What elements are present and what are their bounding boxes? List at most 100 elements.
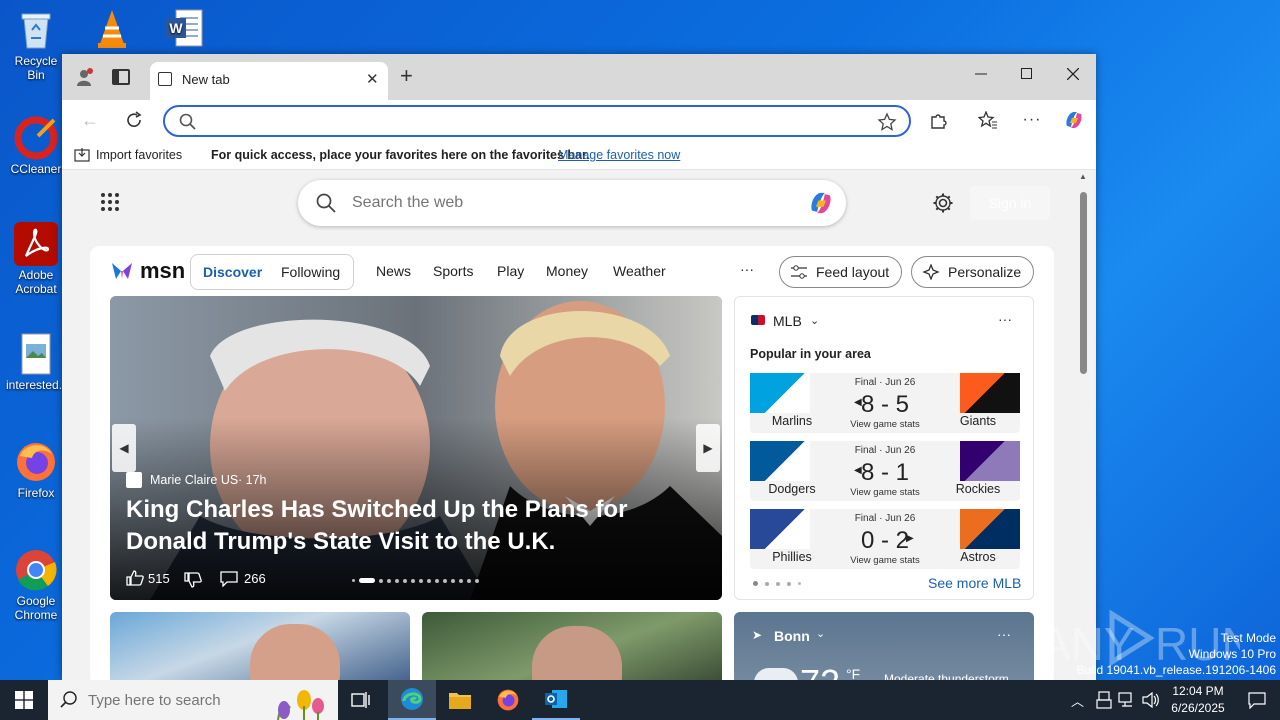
desktop-icon-ccleaner[interactable]: CCleaner [6, 116, 66, 176]
system-clock[interactable]: 12:04 PM 6/26/2025 [1162, 683, 1234, 717]
scrollbar[interactable]: ▲ [1076, 170, 1092, 680]
usb-device-icon[interactable] [1096, 691, 1112, 709]
extensions-button[interactable] [922, 104, 954, 136]
card-more-button[interactable]: ··· [997, 626, 1011, 642]
maximize-button[interactable] [1004, 54, 1050, 94]
game-stats-link[interactable]: View game stats [835, 419, 935, 430]
desktop-icon-google-chrome[interactable]: Google Chrome [6, 548, 66, 622]
apps-launcher-icon[interactable] [100, 192, 120, 212]
nav-more-button[interactable]: ··· [740, 261, 754, 277]
volume-icon[interactable] [1142, 692, 1160, 708]
address-bar[interactable] [163, 105, 911, 137]
minimize-button[interactable] [958, 54, 1004, 94]
desktop-icon-word[interactable]: W [154, 6, 214, 52]
taskbar-search-input[interactable] [88, 690, 258, 710]
news-card[interactable] [422, 612, 722, 680]
notifications-button[interactable] [1234, 680, 1280, 720]
desktop-icon-label: Firefox [17, 486, 55, 500]
taskbar-file-explorer[interactable] [436, 680, 484, 720]
desktop-icon-interested-file[interactable]: interested... [6, 332, 69, 392]
personalize-button[interactable]: Personalize [911, 256, 1035, 288]
favorites-button[interactable] [972, 104, 1004, 136]
weather-card[interactable]: ➤ Bonn ⌄ ··· 72 °F Moderate thunderstorm… [734, 612, 1034, 680]
location-arrow-icon: ➤ [752, 628, 763, 642]
team-logo-phillies [750, 509, 810, 549]
game-stats-link[interactable]: View game stats [835, 555, 935, 566]
manage-favorites-link[interactable]: Manage favorites now [558, 148, 680, 162]
see-more-mlb-link[interactable]: See more MLB [928, 575, 1021, 591]
game-row[interactable]: Phillies Astros Final · Jun 26 0 - 2 ▶ V… [750, 509, 1020, 569]
more-options-button[interactable]: ··· [1016, 104, 1048, 136]
nav-play[interactable]: Play [497, 263, 524, 279]
scrollbar-thumb[interactable] [1080, 192, 1087, 374]
desktop-icon-adobe-acrobat[interactable]: Adobe Acrobat [6, 222, 66, 296]
tab-actions-icon[interactable] [112, 69, 130, 85]
refresh-button[interactable] [118, 104, 150, 136]
settings-gear-icon[interactable] [932, 192, 954, 214]
nav-news[interactable]: News [376, 263, 411, 279]
game-score: 0 - 2 [860, 527, 910, 554]
mlb-title[interactable]: MLB [773, 313, 802, 329]
team-logo-giants [960, 373, 1020, 413]
tab-following[interactable]: Following [281, 264, 340, 280]
nav-sports[interactable]: Sports [433, 263, 473, 279]
import-favorites-link[interactable]: Import favorites [96, 148, 182, 162]
article-headline[interactable]: King Charles Has Switched Up the Plans f… [126, 494, 706, 558]
profile-icon[interactable] [74, 67, 94, 87]
game-row[interactable]: Dodgers Rockies Final · Jun 26 8 - 1 ◀ V… [750, 441, 1020, 501]
favorite-star-icon[interactable] [877, 112, 897, 132]
game-row[interactable]: Marlins Giants Final · Jun 26 8 - 5 ◀ Vi… [750, 373, 1020, 433]
news-card[interactable] [110, 612, 410, 680]
chevron-down-icon[interactable]: ⌄ [816, 627, 825, 640]
chevron-down-icon[interactable]: ⌄ [810, 314, 819, 327]
address-input[interactable] [205, 111, 855, 131]
tab-discover[interactable]: Discover [203, 264, 262, 280]
nav-money[interactable]: Money [546, 263, 588, 279]
back-button[interactable]: ← [74, 104, 106, 136]
desktop-icon-firefox[interactable]: Firefox [6, 440, 66, 500]
sign-in-button[interactable]: Sign in [970, 186, 1050, 220]
copilot-button[interactable] [1058, 104, 1090, 136]
chevron-up-icon[interactable]: ︿ [1071, 691, 1084, 710]
task-view-button[interactable] [338, 680, 384, 720]
close-tab-icon[interactable]: ✕ [366, 70, 379, 88]
taskbar-outlook[interactable] [532, 680, 580, 720]
feed-layout-button[interactable]: Feed layout [779, 256, 903, 288]
close-icon [1067, 68, 1079, 80]
new-tab-button[interactable]: + [400, 63, 413, 89]
web-search-box[interactable] [298, 180, 846, 226]
tab-new-tab[interactable]: New tab ✕ [150, 62, 388, 100]
card-more-button[interactable]: ··· [998, 311, 1012, 327]
carousel-prev-button[interactable]: ◀ [112, 424, 136, 472]
nav-weather[interactable]: Weather [613, 263, 666, 279]
like-icon[interactable] [126, 570, 144, 586]
web-search-input[interactable] [352, 192, 782, 214]
msn-logo-text: msn [140, 258, 186, 283]
desktop-icon-recycle-bin[interactable]: Recycle Bin [6, 8, 66, 82]
weather-alert[interactable]: Moderate thunderstorm warning [884, 672, 1024, 680]
hero-carousel[interactable]: ◀ ▶ Marie Claire US · 17h King Charles H… [110, 296, 722, 600]
desktop-icon-label: Recycle Bin [14, 54, 58, 82]
copilot-icon[interactable] [806, 189, 836, 217]
desktop-icon-label: Adobe Acrobat [15, 268, 57, 296]
game-stats-link[interactable]: View game stats [835, 487, 935, 498]
word-icon: W [162, 6, 206, 50]
taskbar-search-box[interactable] [48, 680, 338, 720]
desktop-icon-vlc[interactable] [82, 6, 142, 52]
network-icon[interactable] [1118, 692, 1136, 708]
search-icon [316, 193, 336, 213]
recycle-bin-icon [14, 8, 58, 52]
dislike-icon[interactable] [184, 572, 202, 588]
comment-icon[interactable] [220, 571, 238, 587]
image-file-icon [14, 332, 58, 376]
close-button[interactable] [1050, 54, 1096, 94]
weather-location[interactable]: Bonn [774, 628, 810, 644]
start-button[interactable] [0, 680, 48, 720]
taskbar-edge[interactable] [388, 680, 436, 720]
game-score: 8 - 1 [860, 459, 910, 486]
msn-logo[interactable]: msn [110, 258, 185, 284]
taskbar: ︿ 12:04 PM 6/26/2025 [0, 680, 1280, 720]
taskbar-firefox[interactable] [484, 680, 532, 720]
news-card-image [250, 624, 340, 680]
carousel-next-button[interactable]: ▶ [696, 424, 720, 472]
